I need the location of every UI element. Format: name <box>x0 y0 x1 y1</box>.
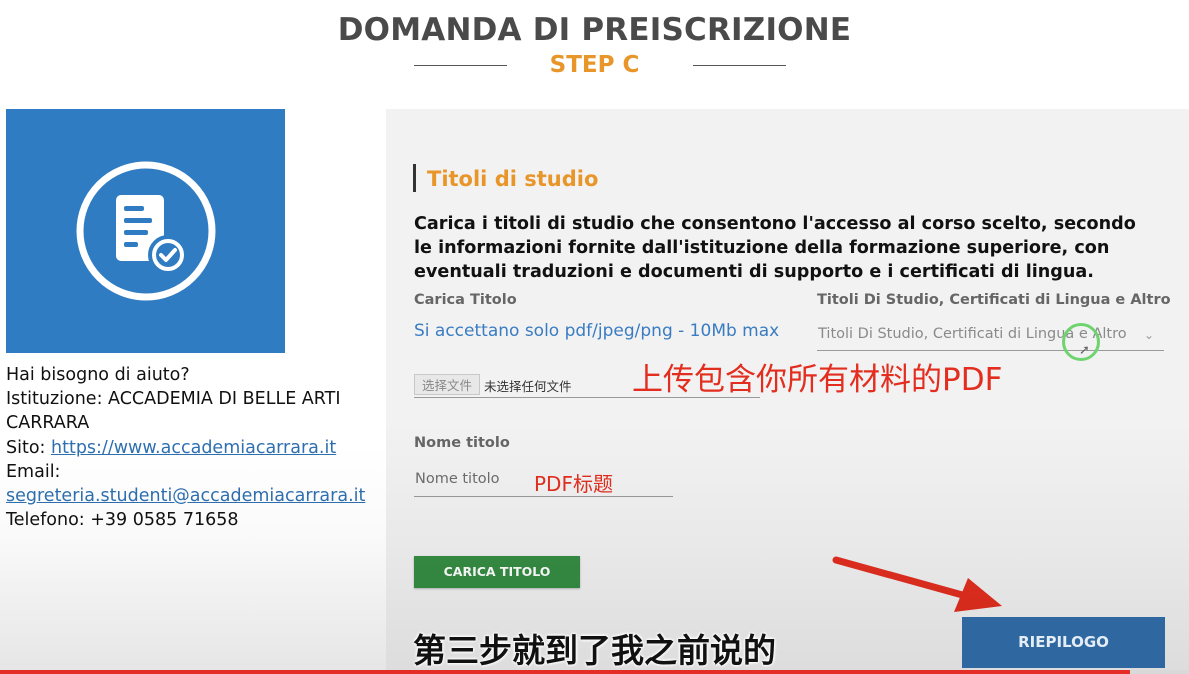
name-label: Nome titolo <box>414 435 510 451</box>
help-phone: Telefono: +39 0585 71658 <box>6 510 239 531</box>
chevron-down-icon: ⌄ <box>1143 328 1154 342</box>
help-email-link[interactable]: segreteria.studenti@accademiacarrara.it <box>6 486 365 506</box>
name-placeholder: Nome titolo <box>415 471 500 487</box>
help-site: Sito: https://www.accademiacarrara.it <box>6 436 376 460</box>
section-intro: Carica i titoli di studio che consentono… <box>414 214 1136 282</box>
page-title: DOMANDA DI PREISCRIZIONE <box>337 12 852 48</box>
document-type-label: Titoli Di Studio, Certificati di Lingua … <box>817 292 1171 308</box>
annotation-title-note: PDF标题 <box>534 472 613 496</box>
section-title: Titoli di studio <box>413 164 598 192</box>
step-indicator: STEP C <box>0 52 1189 82</box>
step-label: STEP C <box>549 52 640 78</box>
video-progress-fill <box>0 670 1130 674</box>
upload-hint: Si accettano solo pdf/jpeg/png - 10Mb ma… <box>414 321 780 341</box>
help-question: Hai bisogno di aiuto? <box>6 365 190 385</box>
help-email-label: Email: <box>6 461 61 482</box>
document-type-select[interactable]: Titoli Di Studio, Certificati di Lingua … <box>817 321 1164 351</box>
institution-logo <box>6 109 285 353</box>
red-arrow-icon <box>832 556 1002 612</box>
video-subtitle: 第三步就到了我之前说的 <box>413 631 776 670</box>
help-site-label: Sito: <box>6 437 51 458</box>
document-check-icon <box>76 161 215 301</box>
mouse-cursor-icon: ➚ <box>1079 343 1090 358</box>
help-info: Hai bisogno di aiuto? Istituzione: ACCAD… <box>6 363 376 532</box>
upload-label: Carica Titolo <box>414 292 517 308</box>
help-site-link[interactable]: https://www.accademiacarrara.it <box>51 438 336 458</box>
step-divider-right <box>693 65 786 66</box>
choose-file-button[interactable]: 选择文件 <box>414 374 480 395</box>
upload-title-button[interactable]: CARICA TITOLO <box>414 556 580 588</box>
help-institution: Istituzione: ACCADEMIA DI BELLE ARTI CAR… <box>6 389 341 434</box>
annotation-upload-note: 上传包含你所有材料的PDF <box>632 362 1003 398</box>
video-progress-bar[interactable] <box>0 670 1189 674</box>
file-status: 未选择任何文件 <box>484 379 572 394</box>
